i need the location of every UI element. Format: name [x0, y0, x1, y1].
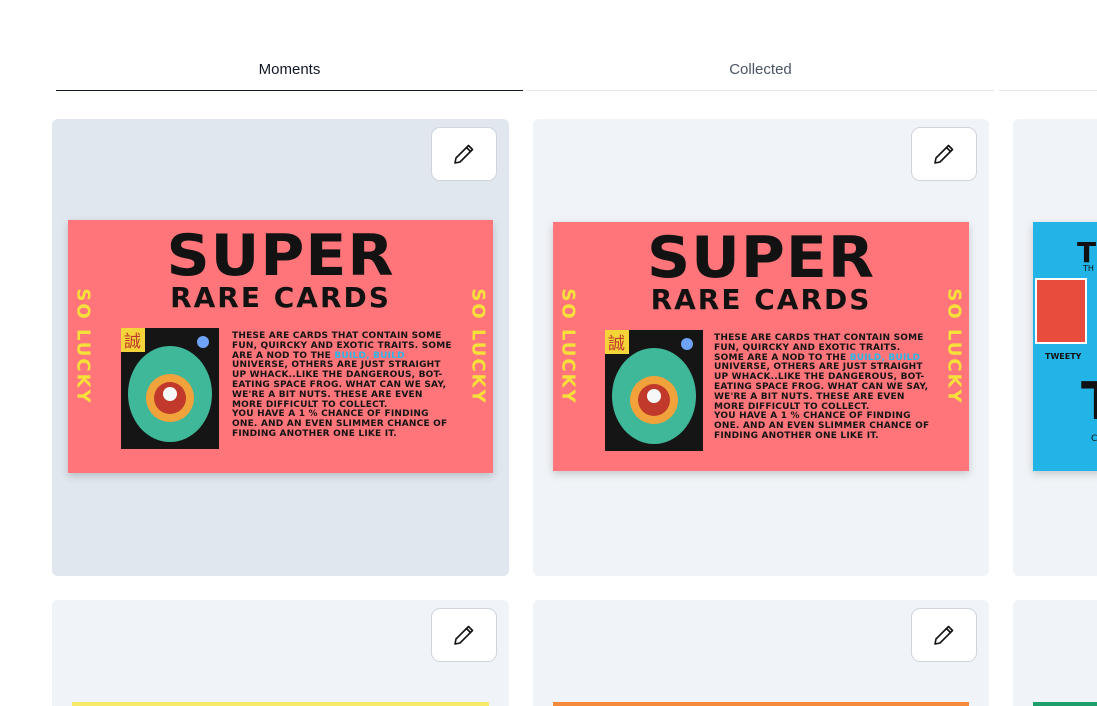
art-tail-text: C: [1091, 434, 1097, 444]
moment-card[interactable]: [533, 600, 989, 706]
art-label: TWEETY: [1045, 352, 1082, 361]
tab-collected[interactable]: Collected: [527, 56, 994, 91]
art-description: These are cards that contain some fun, q…: [714, 333, 930, 441]
art-big-text: T: [1081, 372, 1097, 432]
art-title: SUPER: [646, 224, 876, 292]
pencil-icon: [934, 144, 954, 164]
moment-card[interactable]: [1013, 600, 1097, 706]
moment-card[interactable]: T TH TWEETY T C: [1013, 119, 1097, 576]
card-artwork: SO LUCKY SO LUCKY SUPER RARE CARDS 誠 The…: [68, 220, 493, 473]
card-artwork: [1033, 702, 1097, 706]
art-thumbnail: [1035, 278, 1087, 344]
card-artwork: [72, 702, 489, 706]
tab-partial[interactable]: [999, 56, 1097, 91]
art-thumbnail: 誠: [605, 330, 703, 451]
pencil-icon: [454, 625, 474, 645]
tab-moments[interactable]: Moments: [56, 56, 523, 91]
svg-text:誠: 誠: [608, 334, 625, 354]
moment-card[interactable]: SO LUCKY SO LUCKY SUPER RARE CARDS 誠 The…: [533, 119, 989, 576]
art-subtitle: RARE CARDS: [170, 281, 391, 314]
art-subtitle: TH: [1083, 264, 1094, 273]
edit-button[interactable]: [911, 127, 977, 181]
pencil-icon: [934, 625, 954, 645]
moment-card[interactable]: [52, 600, 509, 706]
card-artwork: SO LUCKY SO LUCKY SUPER RARE CARDS 誠 The…: [553, 222, 969, 471]
edit-button[interactable]: [431, 127, 497, 181]
art-title: SUPER: [166, 222, 395, 290]
art-subtitle: RARE CARDS: [650, 283, 872, 316]
card-artwork: [553, 702, 969, 706]
pencil-icon: [454, 144, 474, 164]
svg-text:誠: 誠: [124, 332, 141, 352]
art-description: These are cards that contain some fun, q…: [232, 331, 452, 439]
edit-button[interactable]: [911, 608, 977, 662]
moment-card[interactable]: SO LUCKY SO LUCKY SUPER RARE CARDS 誠 The…: [52, 119, 509, 576]
edit-button[interactable]: [431, 608, 497, 662]
art-thumbnail: 誠: [121, 328, 219, 449]
card-artwork: T TH TWEETY T C: [1033, 222, 1097, 471]
